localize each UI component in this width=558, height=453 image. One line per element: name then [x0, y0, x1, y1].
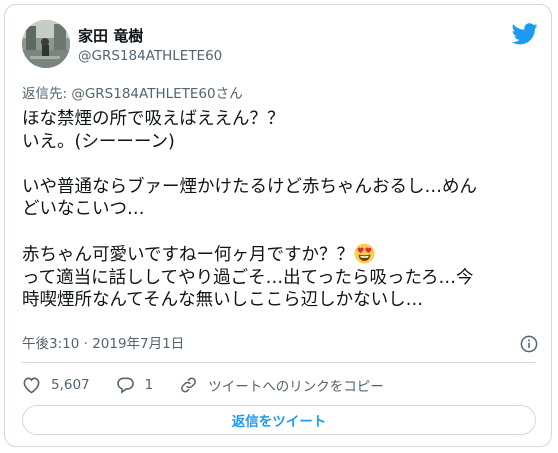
- tweet-line: 赤ちゃん可愛いですねー何ヶ月ですか？？: [22, 245, 354, 265]
- display-name[interactable]: 家田 竜樹: [78, 27, 143, 45]
- tweet-line: ほな禁煙の所で吸えばええん？？: [22, 109, 285, 129]
- heart-icon: [23, 377, 40, 394]
- tweet-line: 時喫煙所なんてそんな無いしここら辺しかないし…: [22, 290, 424, 310]
- action-bar: 5,607 1 ツイートへのリンクをコピー: [22, 375, 410, 395]
- tweet-line-with-emoji: 赤ちゃん可愛いですねー何ヶ月ですか？？: [22, 243, 542, 267]
- reply-count-button[interactable]: 1: [116, 376, 154, 394]
- reply-count: 1: [144, 377, 154, 393]
- tweet-text: ほな禁煙の所で吸えばええん？？ いえ。(シーーーン) いや普通ならブァー煙かけた…: [22, 108, 542, 312]
- copy-link-label: ツイートへのリンクをコピー: [208, 379, 384, 395]
- divider: [22, 362, 536, 363]
- like-button[interactable]: 5,607: [22, 376, 90, 394]
- avatar[interactable]: [22, 20, 70, 68]
- twitter-bird-icon[interactable]: [511, 23, 538, 45]
- heart-eyes-emoji-icon: [354, 243, 375, 264]
- tweet-timestamp[interactable]: 午後3:10 · 2019年7月1日: [22, 335, 184, 353]
- reply-to-handle[interactable]: @GRS184ATHLETE60さん: [71, 86, 242, 102]
- meta-separator: ·: [79, 336, 93, 352]
- tweet-date: 2019年7月1日: [92, 336, 185, 352]
- reply-to-prefix: 返信先:: [22, 86, 72, 102]
- reply-to-line: 返信先: @GRS184ATHLETE60さん: [22, 85, 243, 103]
- tweet-card: 家田 竜樹 @GRS184ATHLETE60 返信先: @GRS184ATHLE…: [4, 4, 552, 447]
- reply-bubble-icon: [116, 377, 134, 394]
- link-icon: [181, 377, 197, 393]
- tweet-line: いえ。(シーーーン): [22, 131, 175, 152]
- tweet-line: いや普通ならブァー煙かけたるけど赤ちゃんおるし…めん: [22, 176, 477, 197]
- reply-tweet-button[interactable]: 返信をツイート: [22, 405, 536, 435]
- like-count: 5,607: [51, 377, 90, 393]
- info-icon[interactable]: [520, 335, 538, 353]
- user-handle[interactable]: @GRS184ATHLETE60: [78, 47, 222, 65]
- copy-link-button[interactable]: ツイートへのリンクをコピー: [179, 375, 384, 395]
- tweet-line: どいなこいつ…: [22, 199, 145, 219]
- tweet-line: って適当に話ししてやり過ごそ…出てったら吸ったろ…今: [22, 267, 474, 288]
- tweet-time: 午後3:10: [22, 336, 80, 352]
